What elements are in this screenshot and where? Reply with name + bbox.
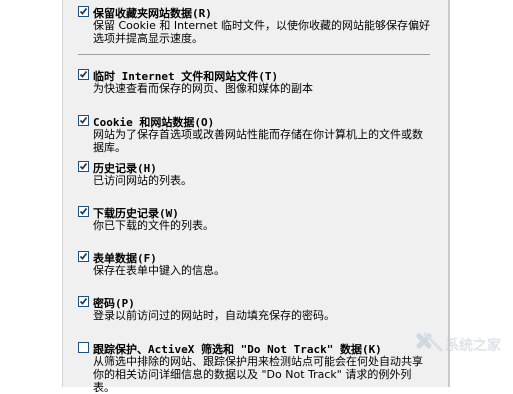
delete-browsing-history-dialog [62,0,448,387]
watermark-logo: 系统之家 [415,330,511,360]
checkbox-cookies[interactable] [78,115,89,126]
dialog-right-border [448,0,450,387]
option-description: 登录以前访问过的网站时，自动填充保存的密码。 [93,309,335,322]
option-description: 你已下载的文件的列表。 [93,219,214,232]
separator [78,54,430,55]
checkbox-tracking-protection[interactable] [78,342,89,353]
option-description: 已访问网站的列表。 [93,174,192,187]
option-description: 从筛选中排除的网站、跟踪保护用来检测站点可能会在何处自动共享你的相关访问详细信息… [93,355,423,394]
checkbox-temp-internet-files[interactable] [78,69,89,80]
checkbox-download-history[interactable] [78,206,89,217]
option-description: 网站为了保存首选项或改善网站性能而存储在你计算机上的文件或数据库。 [93,128,423,154]
checkbox-history[interactable] [78,161,89,172]
option-description: 保存在表单中键入的信息。 [93,264,225,277]
dialog-left-border [62,0,63,387]
option-description: 保留 Cookie 和 Internet 临时文件，以使你收藏的网站能够保存偏好… [93,19,430,45]
checkbox-preserve-favorites[interactable] [78,6,89,17]
checkbox-form-data[interactable] [78,251,89,262]
svg-text:系统之家: 系统之家 [445,337,502,354]
checkbox-passwords[interactable] [78,296,89,307]
option-description: 为快速查看而保存的网页、图像和媒体的副本 [93,82,313,95]
